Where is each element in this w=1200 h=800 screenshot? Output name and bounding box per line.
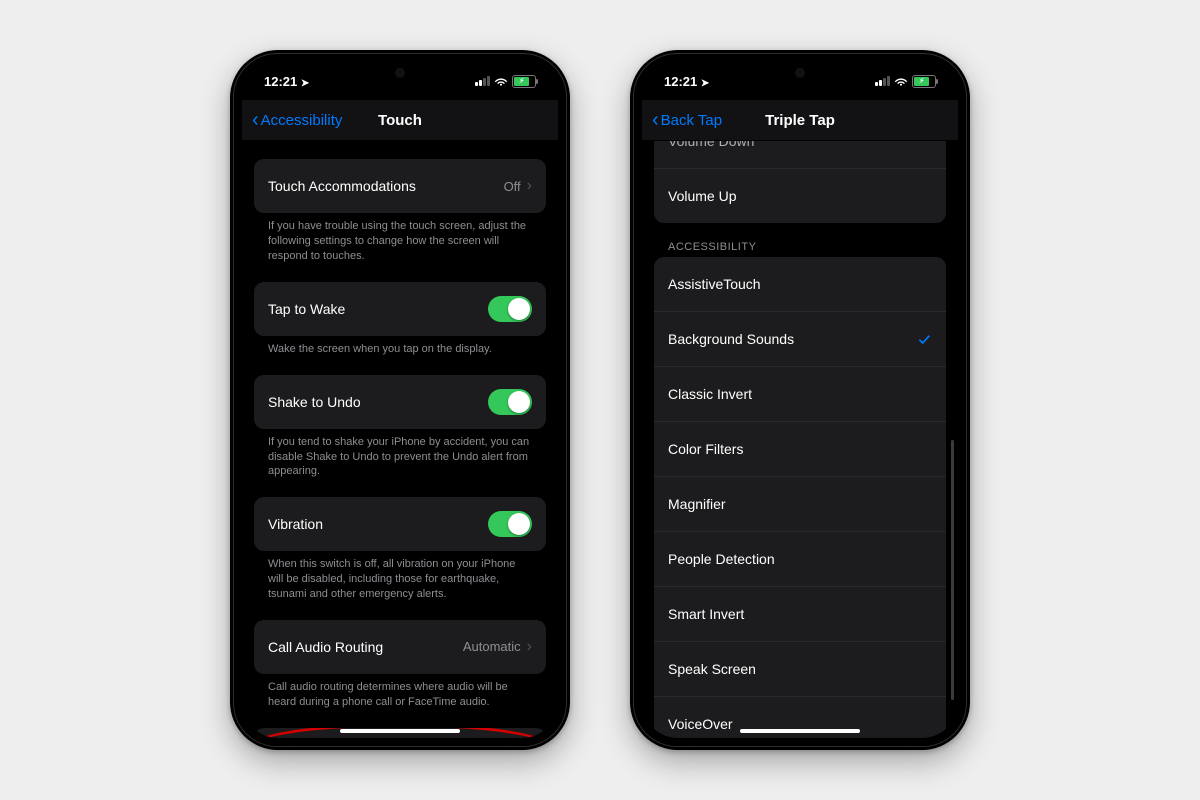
list-item[interactable]: AssistiveTouch [654,257,946,311]
screenshot-stage: 12:21 ➤ ⚡︎ ‹ Accessibility Touch menus. [0,0,1200,800]
section-header-accessibility: ACCESSIBILITY [654,223,946,257]
page-title: Touch [378,112,422,129]
battery-icon: ⚡︎ [512,75,536,88]
phone-left: 12:21 ➤ ⚡︎ ‹ Accessibility Touch menus. [230,50,570,750]
row-shake-to-undo[interactable]: Shake to Undo [254,375,546,429]
back-button[interactable]: ‹ Accessibility [252,110,342,130]
settings-content[interactable]: menus. Touch Accommodations Off › If you… [242,140,558,738]
list-item[interactable]: Magnifier [654,476,946,531]
home-indicator[interactable] [340,729,460,733]
row-label: Shake to Undo [268,394,488,410]
list-item[interactable]: Smart Invert [654,586,946,641]
row-label: People Detection [668,551,932,567]
back-label: Accessibility [261,112,343,129]
wifi-icon [494,74,508,88]
row-call-audio-routing[interactable]: Call Audio Routing Automatic › [254,620,546,674]
list-item[interactable]: Classic Invert [654,366,946,421]
battery-icon: ⚡︎ [912,75,936,88]
row-label: Touch Accommodations [268,178,504,194]
chevron-right-icon: › [527,177,532,195]
list-item[interactable]: People Detection [654,531,946,586]
back-button[interactable]: ‹ Back Tap [652,110,722,130]
page-title: Triple Tap [765,112,835,129]
toggle-switch[interactable] [488,389,532,415]
row-label: AssistiveTouch [668,276,932,292]
list-item[interactable]: Color Filters [654,421,946,476]
row-footer: If you tend to shake your iPhone by acci… [254,429,546,480]
location-services-icon: ➤ [701,78,709,89]
status-time: 12:21 [264,74,297,89]
row-label: Background Sounds [668,331,916,347]
scrollbar[interactable] [951,440,954,700]
notch [725,62,875,88]
group-accessibility: AssistiveTouch Background Sounds Classic I… [654,257,946,738]
row-footer: Call audio routing determines where audi… [254,674,546,710]
chevron-left-icon: ‹ [652,110,659,130]
row-touch-accommodations[interactable]: Touch Accommodations Off › [254,159,546,213]
row-value: Off [504,179,521,194]
settings-content[interactable]: Volume Down Volume Up ACCESSIBILITY Assi… [642,140,958,738]
row-label: Color Filters [668,441,932,457]
row-volume-up[interactable]: Volume Up [654,168,946,223]
checkmark-icon [916,331,932,347]
home-indicator[interactable] [740,729,860,733]
row-label: Magnifier [668,496,932,512]
list-item[interactable]: Background Sounds [654,311,946,366]
row-label: Classic Invert [668,386,932,402]
row-label: Tap to Wake [268,301,488,317]
location-services-icon: ➤ [301,78,309,89]
toggle-switch[interactable] [488,511,532,537]
row-vibration[interactable]: Vibration [254,497,546,551]
wifi-icon [894,74,908,88]
row-label: Speak Screen [668,661,932,677]
navbar: ‹ Back Tap Triple Tap [642,100,958,141]
row-value: Automatic [463,639,521,654]
row-volume-down[interactable]: Volume Down [654,140,946,168]
row-label: Volume Down [668,140,932,149]
row-footer: If you have trouble using the touch scre… [254,213,546,264]
row-label: Smart Invert [668,606,932,622]
partial-group-top: Volume Down Volume Up [654,140,946,223]
back-label: Back Tap [661,112,722,129]
notch [325,62,475,88]
charging-icon: ⚡︎ [919,77,924,85]
row-footer: When this switch is off, all vibration o… [254,551,546,602]
list-item[interactable]: Speak Screen [654,641,946,696]
row-label: Call Audio Routing [268,639,463,655]
row-label: Vibration [268,516,488,532]
cellular-signal-icon [475,76,490,86]
row-footer: Wake the screen when you tap on the disp… [254,336,546,357]
status-time: 12:21 [664,74,697,89]
phone-right: 12:21 ➤ ⚡︎ ‹ Back Tap Triple Tap [630,50,970,750]
chevron-left-icon: ‹ [252,110,259,130]
screen-left: 12:21 ➤ ⚡︎ ‹ Accessibility Touch menus. [242,62,558,738]
charging-icon: ⚡︎ [519,77,524,85]
navbar: ‹ Accessibility Touch [242,100,558,141]
row-label: Volume Up [668,188,932,204]
screen-right: 12:21 ➤ ⚡︎ ‹ Back Tap Triple Tap [642,62,958,738]
toggle-switch[interactable] [488,296,532,322]
cellular-signal-icon [875,76,890,86]
chevron-right-icon: › [527,638,532,656]
row-tap-to-wake[interactable]: Tap to Wake [254,282,546,336]
